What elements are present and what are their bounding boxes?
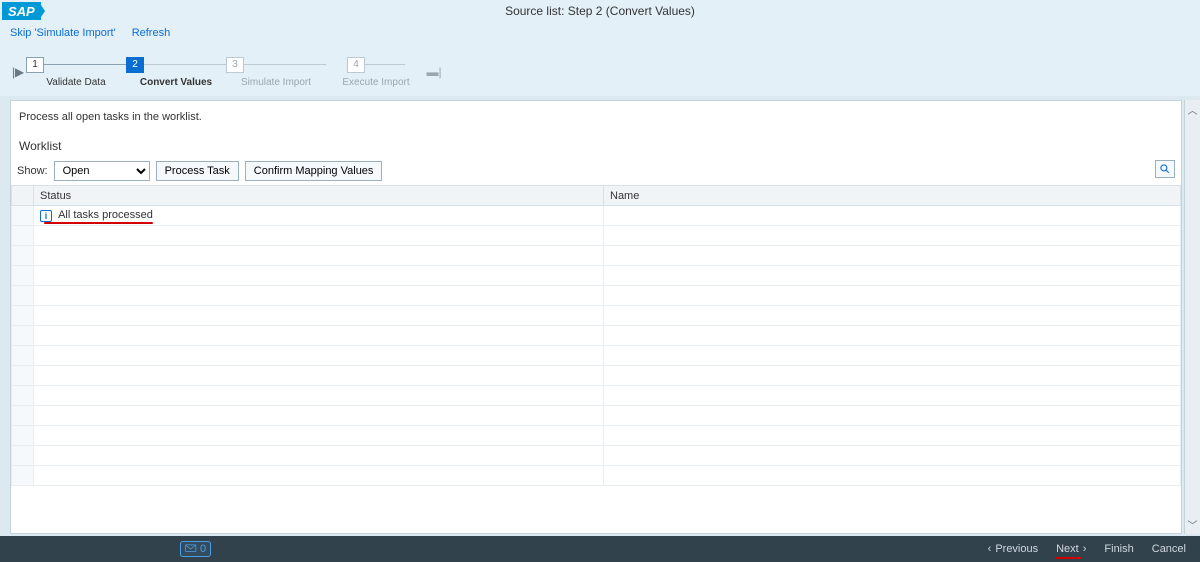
process-task-button[interactable]: Process Task — [156, 161, 239, 181]
col-status[interactable]: Status — [34, 186, 604, 206]
wizard-step-3-label: Simulate Import — [241, 77, 311, 88]
vertical-scrollbar[interactable]: ︿ ﹀ — [1184, 100, 1200, 534]
worklist-heading: Worklist — [11, 133, 1181, 157]
cancel-button[interactable]: Cancel — [1152, 543, 1186, 555]
row-gutter — [12, 206, 34, 226]
table-row[interactable] — [12, 226, 1181, 246]
table-row[interactable] — [12, 446, 1181, 466]
search-icon[interactable] — [1155, 160, 1175, 178]
show-label: Show: — [17, 165, 48, 177]
wizard-step-3[interactable]: 3 Simulate Import — [226, 57, 326, 88]
wizard-step-2-label: Convert Values — [140, 77, 212, 88]
wizard-step-4[interactable]: 4 Execute Import — [326, 57, 426, 88]
refresh-link[interactable]: Refresh — [132, 27, 171, 39]
table-row[interactable] — [12, 466, 1181, 486]
table-header-row: Status Name — [12, 186, 1181, 206]
chevron-left-icon: ‹ — [988, 543, 992, 555]
wizard-end-icon: ▬| — [426, 65, 442, 79]
previous-button[interactable]: ‹ Previous — [988, 543, 1038, 555]
next-button[interactable]: Next › — [1056, 543, 1086, 555]
table-gutter-header — [12, 186, 34, 206]
wizard-step-3-box: 3 — [226, 57, 244, 73]
table-row[interactable] — [12, 346, 1181, 366]
scroll-down-icon[interactable]: ﹀ — [1188, 515, 1198, 534]
show-select[interactable]: Open — [54, 161, 150, 181]
finish-button[interactable]: Finish — [1104, 543, 1133, 555]
wizard-step-1[interactable]: 1 Validate Data — [26, 57, 126, 88]
scroll-up-icon[interactable]: ︿ — [1188, 100, 1198, 119]
content-panel: Process all open tasks in the worklist. … — [10, 100, 1182, 534]
table-row[interactable] — [12, 266, 1181, 286]
info-icon: i — [40, 210, 52, 222]
table-row[interactable] — [12, 326, 1181, 346]
table-row[interactable] — [12, 286, 1181, 306]
table-row[interactable] — [12, 366, 1181, 386]
link-toolbar: Skip 'Simulate Import' Refresh — [0, 22, 1200, 44]
wizard-step-2-box: 2 — [126, 57, 144, 73]
skip-simulate-link[interactable]: Skip 'Simulate Import' — [10, 27, 116, 39]
status-cell: i All tasks processed — [34, 206, 604, 226]
chevron-right-icon: › — [1083, 543, 1087, 555]
sap-logo: SAP — [2, 2, 41, 20]
page-title: Source list: Step 2 (Convert Values) — [505, 4, 695, 18]
instruction-text: Process all open tasks in the worklist. — [11, 101, 1181, 133]
status-text: All tasks processed — [58, 209, 153, 221]
table-row[interactable] — [12, 406, 1181, 426]
wizard-step-2[interactable]: 2 Convert Values — [126, 57, 226, 88]
wizard-container: |▶ 1 Validate Data 2 Convert Values 3 Si… — [0, 44, 1200, 96]
table-row[interactable] — [12, 386, 1181, 406]
wizard-step-1-box: 1 — [26, 57, 44, 73]
wizard-step-4-label: Execute Import — [342, 77, 409, 88]
table-row[interactable] — [12, 426, 1181, 446]
wizard-step-1-label: Validate Data — [46, 77, 105, 88]
footer-bar: 0 ‹ Previous Next › Finish Cancel — [0, 536, 1200, 562]
confirm-mapping-button[interactable]: Confirm Mapping Values — [245, 161, 383, 181]
table-row[interactable]: i All tasks processed — [12, 206, 1181, 226]
name-cell — [604, 206, 1181, 226]
wizard-step-4-box: 4 — [347, 57, 365, 73]
col-name[interactable]: Name — [604, 186, 1181, 206]
table-row[interactable] — [12, 306, 1181, 326]
table-row[interactable] — [12, 246, 1181, 266]
messages-count: 0 — [200, 543, 206, 555]
message-icon — [185, 544, 197, 554]
wizard-start-icon: |▶ — [10, 65, 26, 79]
worklist-table: Status Name i All tasks processed — [11, 185, 1181, 486]
messages-button[interactable]: 0 — [180, 541, 211, 557]
filter-bar: Show: Open Process Task Confirm Mapping … — [11, 157, 1181, 185]
app-header: SAP Source list: Step 2 (Convert Values) — [0, 0, 1200, 22]
